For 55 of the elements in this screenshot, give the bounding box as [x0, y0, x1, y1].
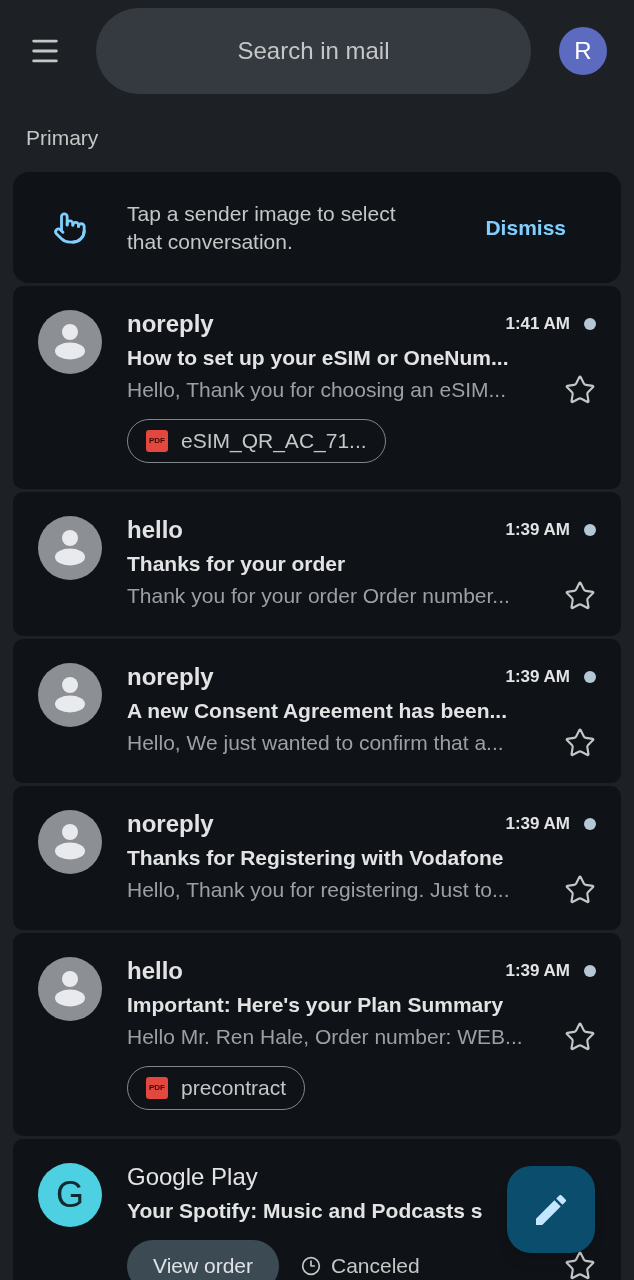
compose-button[interactable]: [507, 1166, 595, 1253]
email-card[interactable]: G Google Play Your Spotify: Music and Podcasts s View order Canceled: [13, 1139, 621, 1280]
email-subject: A new Consent Agreement has been...: [127, 698, 508, 725]
email-snippet: Hello, We just wanted to confirm that a...: [127, 730, 504, 757]
pdf-file-icon: PDF: [146, 430, 168, 452]
person-avatar-icon[interactable]: [38, 310, 102, 374]
email-time: 1:39 AM: [505, 813, 570, 836]
email-time: 1:39 AM: [505, 960, 570, 983]
account-avatar[interactable]: R: [559, 27, 607, 75]
email-time: 1:39 AM: [505, 519, 570, 542]
star-icon[interactable]: [564, 874, 596, 906]
person-avatar-icon[interactable]: [38, 516, 102, 580]
sender-name: noreply: [127, 309, 214, 339]
pencil-icon: [536, 1194, 566, 1225]
star-icon[interactable]: [564, 1021, 596, 1053]
email-snippet: Hello Mr. Ren Hale, Order number: WEB...: [127, 1024, 523, 1051]
email-snippet: Hello, Thank you for registering. Just to...: [127, 877, 510, 904]
email-card[interactable]: noreply 1:41 AM How to set up your eSIM or OneNum... Hello, Thank you for choosing an eSIM... PDF eSIM_QR_AC_71...: [13, 286, 621, 489]
email-card[interactable]: noreply 1:39 AM A new Consent Agreement has been... Hello, We just wanted to confirm that a...: [13, 639, 621, 783]
star-icon[interactable]: [564, 1250, 596, 1280]
person-avatar-icon[interactable]: [38, 663, 102, 727]
attachment-name: eSIM_QR_AC_71...: [181, 428, 367, 455]
sender-name: Google Play: [127, 1162, 258, 1192]
view-order-button[interactable]: View order: [127, 1240, 279, 1280]
email-card[interactable]: hello 1:39 AM Thanks for your order Thank you for your order Order number...: [13, 492, 621, 636]
email-time: 1:41 AM: [505, 313, 570, 336]
person-avatar-icon[interactable]: [38, 957, 102, 1021]
sender-name: noreply: [127, 662, 214, 692]
search-field[interactable]: Search in mail: [96, 8, 531, 94]
attachment-name: precontract: [181, 1075, 287, 1102]
tip-text: Tap a sender image to select that conversation.: [127, 200, 397, 255]
sender-name: noreply: [127, 809, 214, 839]
email-subject: Important: Here's your Plan Summary: [127, 992, 504, 1019]
email-snippet: Thank you for your order Order number...: [127, 583, 510, 610]
email-time: 1:39 AM: [505, 666, 570, 689]
pdf-file-icon: PDF: [146, 1077, 168, 1099]
email-snippet: Hello, Thank you for choosing an eSIM...: [127, 377, 506, 404]
email-subject: Thanks for Registering with Vodafone: [127, 845, 504, 872]
email-card[interactable]: noreply 1:39 AM Thanks for Registering with Vodafone Hello, Thank you for registering. Just to...: [13, 786, 621, 930]
dismiss-button[interactable]: Dismiss: [485, 211, 566, 244]
email-card[interactable]: hello 1:39 AM Important: Here's your Plan Summary Hello Mr. Ren Hale, Order number: WEB... PDF precontract: [13, 933, 621, 1136]
letter-avatar[interactable]: G: [38, 1163, 102, 1227]
order-status: Canceled: [331, 1253, 420, 1280]
star-icon[interactable]: [564, 374, 596, 406]
sender-name: hello: [127, 515, 183, 545]
email-subject: Your Spotify: Music and Podcasts s: [127, 1198, 483, 1225]
person-avatar-icon[interactable]: [38, 810, 102, 874]
email-subject: Thanks for your order: [127, 551, 346, 578]
sender-name: hello: [127, 956, 183, 986]
star-icon[interactable]: [564, 727, 596, 759]
tap-hand-icon: [53, 210, 87, 245]
email-subject: How to set up your eSIM or OneNum...: [127, 345, 509, 372]
section-title: Primary: [26, 126, 100, 150]
star-icon[interactable]: [564, 580, 596, 612]
clock-icon: [301, 1256, 321, 1276]
